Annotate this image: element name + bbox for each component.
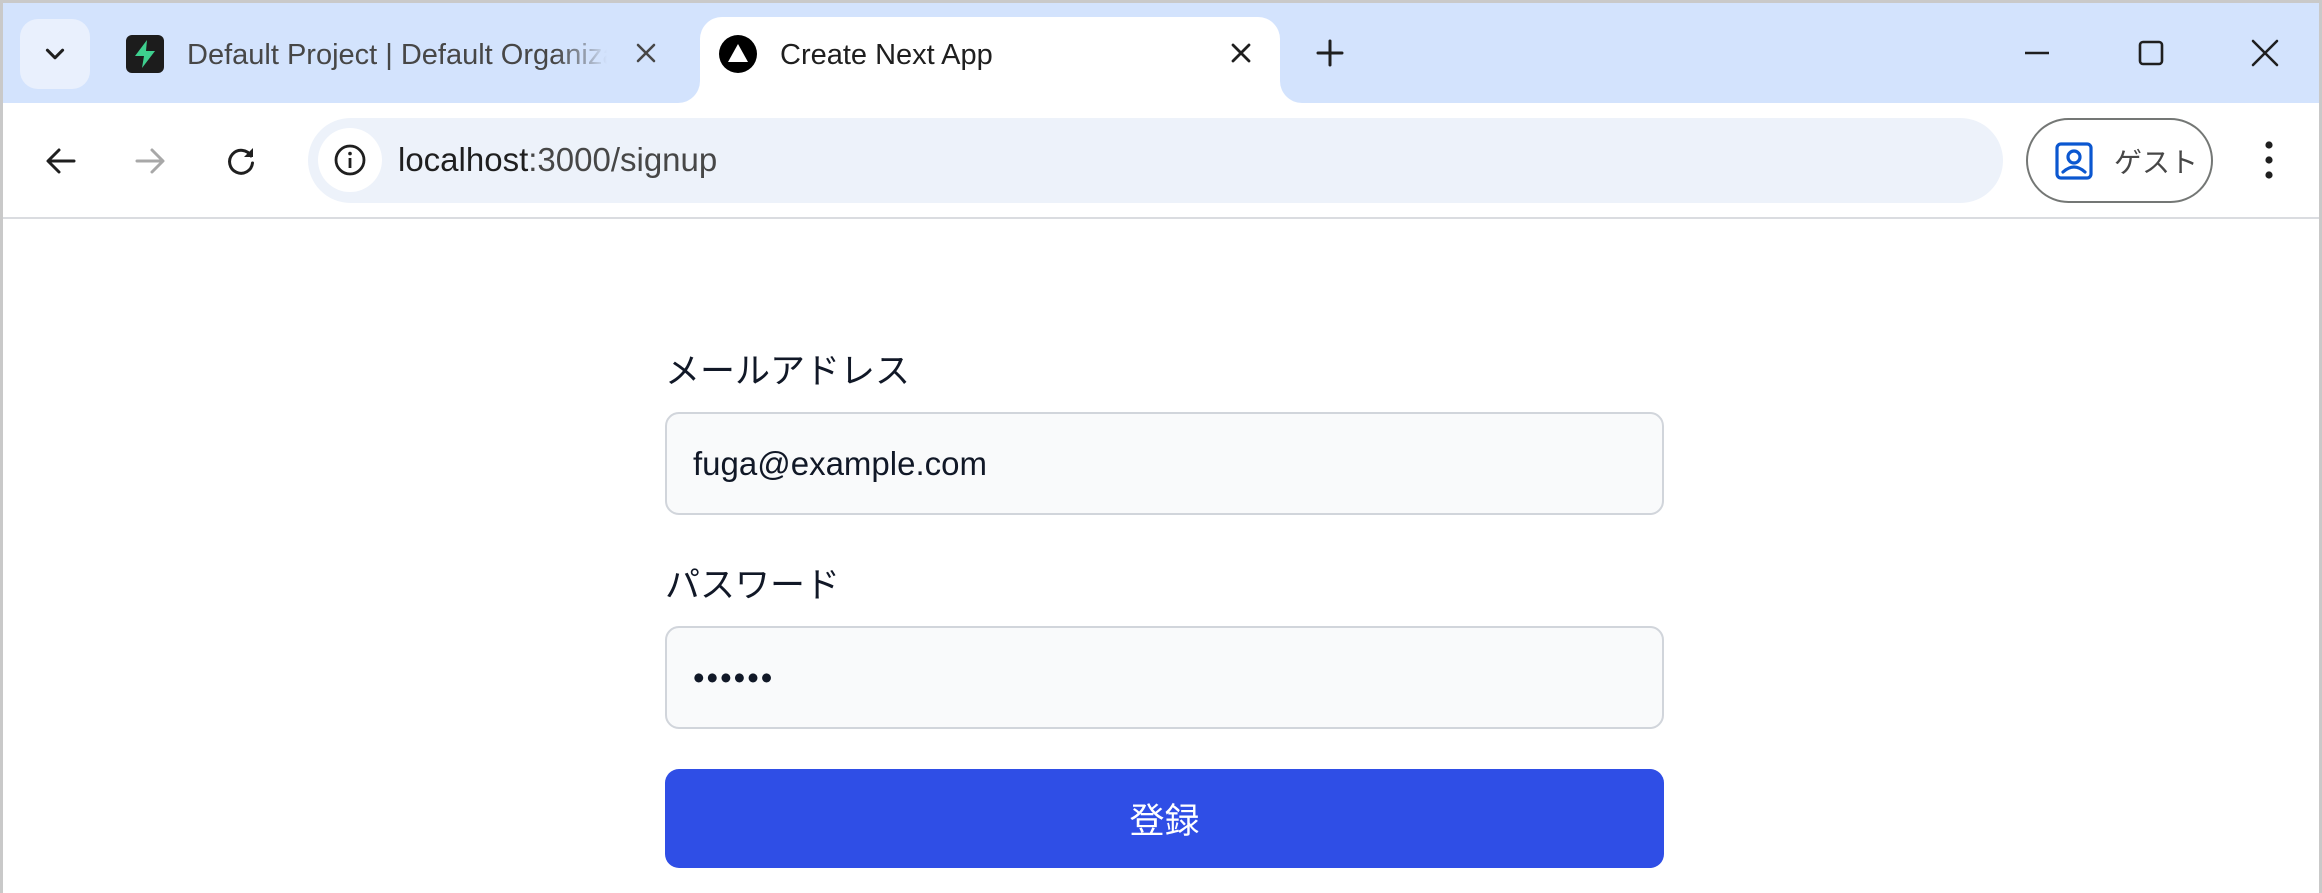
supabase-bolt-icon	[126, 35, 164, 73]
back-button[interactable]	[33, 133, 89, 189]
browser-menu-button[interactable]	[2241, 132, 2297, 188]
reload-icon	[228, 148, 254, 175]
info-icon	[334, 144, 366, 176]
register-button[interactable]: 登録	[665, 769, 1664, 868]
tab-title: Default Project | Default Organization	[187, 39, 607, 71]
new-tab-button[interactable]	[1308, 31, 1352, 75]
tab-close-button[interactable]	[1221, 33, 1261, 73]
arrow-right-icon	[135, 148, 165, 174]
arrow-left-icon	[46, 148, 76, 174]
plus-icon	[1316, 39, 1344, 67]
close-icon	[1231, 43, 1251, 63]
person-badge-icon	[2055, 141, 2093, 180]
tab-default-project[interactable]: Default Project | Default Organization	[107, 17, 687, 103]
tab-title: Create Next App	[780, 39, 993, 71]
password-label: パスワード	[665, 566, 841, 605]
kebab-menu-icon	[2265, 141, 2273, 179]
browser-toolbar: localhost:3000/signup ゲスト	[3, 103, 2319, 219]
maximize-icon	[2138, 40, 2164, 66]
profile-button[interactable]: ゲスト	[2026, 118, 2213, 203]
password-field[interactable]	[665, 626, 1664, 729]
address-bar[interactable]: localhost:3000/signup	[308, 118, 2003, 203]
url-text[interactable]: localhost:3000/signup	[398, 140, 717, 180]
browser-window: Default Project | Default Organization C…	[0, 0, 2322, 893]
site-info-button[interactable]	[318, 128, 382, 192]
page-content: メールアドレス パスワード 登録	[3, 219, 2319, 893]
minimize-button[interactable]	[2009, 25, 2065, 81]
chevron-down-icon	[45, 48, 65, 60]
profile-label: ゲスト	[2114, 146, 2199, 178]
nextjs-triangle-icon	[719, 35, 757, 73]
maximize-button[interactable]	[2123, 25, 2179, 81]
tab-create-next-app[interactable]: Create Next App	[700, 17, 1280, 103]
close-icon	[636, 43, 656, 63]
forward-button[interactable]	[122, 133, 178, 189]
close-window-button[interactable]	[2237, 25, 2293, 81]
reload-button[interactable]	[213, 133, 269, 189]
tab-close-button[interactable]	[626, 33, 666, 73]
url-host: localhost	[398, 141, 529, 178]
email-field[interactable]	[665, 412, 1664, 515]
close-icon	[2251, 39, 2279, 67]
tab-search-button[interactable]	[20, 19, 90, 89]
tab-strip: Default Project | Default Organization C…	[3, 3, 2319, 103]
url-path: :3000/signup	[528, 141, 718, 178]
email-label: メールアドレス	[665, 352, 911, 391]
minimize-icon	[2025, 51, 2049, 55]
